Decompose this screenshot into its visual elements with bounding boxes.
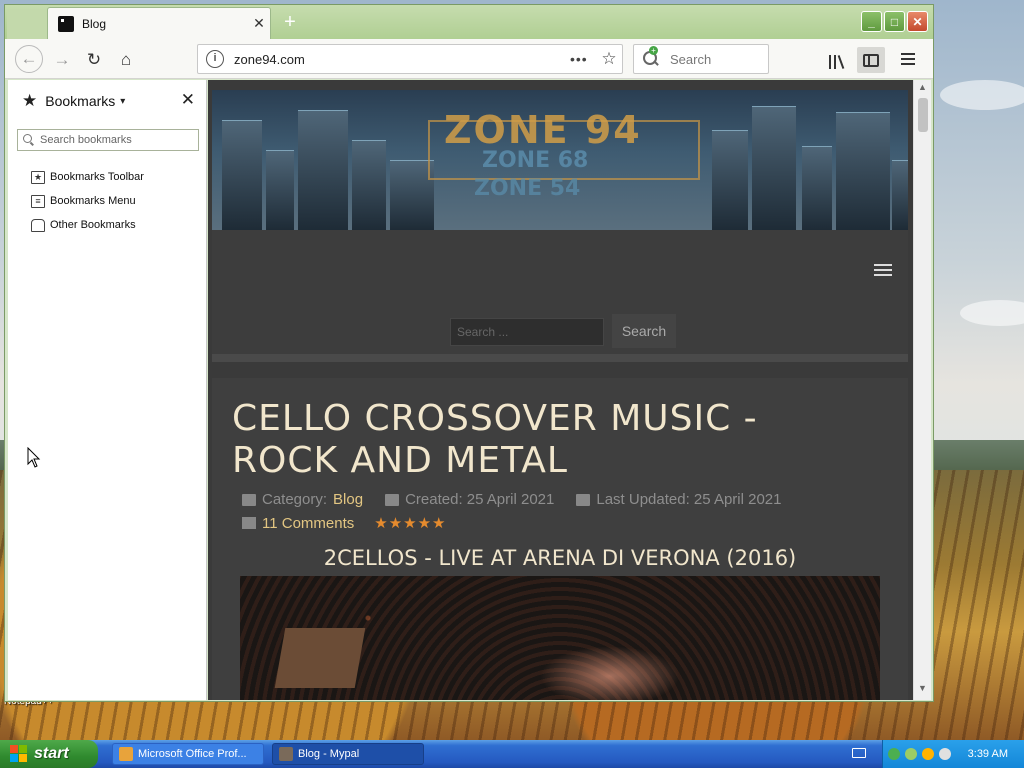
keyboard-layout-icon[interactable] bbox=[852, 748, 866, 758]
site-info-icon[interactable]: i bbox=[206, 50, 224, 68]
search-tray-icon[interactable] bbox=[939, 748, 951, 760]
url-bar[interactable]: i zone94.com ••• ☆ bbox=[197, 44, 623, 74]
calendar-icon bbox=[576, 493, 591, 506]
mypal-browser-icon bbox=[279, 747, 293, 761]
navigation-toolbar: ← → ↻ ⌂ i zone94.com ••• ☆ + Search bbox=[5, 39, 933, 79]
title-bar[interactable]: Blog ✕ + _ □ ✕ bbox=[5, 5, 933, 39]
start-button[interactable]: start bbox=[0, 740, 98, 768]
start-label: start bbox=[34, 745, 69, 762]
chevron-down-icon[interactable]: ▾ bbox=[120, 96, 125, 107]
taskbar: start Microsoft Office Prof... Blog - My… bbox=[0, 740, 1024, 768]
wallpaper-cloud bbox=[940, 80, 1024, 110]
calendar-icon bbox=[385, 493, 400, 506]
tab-close-icon[interactable]: ✕ bbox=[248, 15, 270, 32]
bookmarks-toolbar-icon: ★ bbox=[31, 170, 45, 184]
article: CELLO CROSSOVER MUSIC - ROCK AND METAL C… bbox=[212, 378, 908, 700]
article-meta: Category: Blog Created: 25 April 2021 La… bbox=[242, 491, 782, 508]
sidebar-item-bookmarks-toolbar[interactable]: ★ Bookmarks Toolbar bbox=[31, 165, 144, 189]
rating-stars[interactable]: ★★★★★ bbox=[374, 514, 446, 532]
comments-link[interactable]: 11 Comments bbox=[262, 515, 354, 532]
sidebar-item-label: Other Bookmarks bbox=[50, 219, 136, 231]
video-frame-arena-wall bbox=[274, 628, 366, 688]
video-frame-stage-glow bbox=[540, 646, 680, 700]
sidebar-header: ★ Bookmarks ▾ ✕ bbox=[8, 90, 207, 112]
browser-search-box[interactable]: + Search bbox=[633, 44, 769, 74]
reload-button[interactable]: ↻ bbox=[81, 47, 107, 73]
scroll-down-icon[interactable]: ▼ bbox=[918, 683, 927, 693]
sidebar-item-bookmarks-menu[interactable]: ≡ Bookmarks Menu bbox=[31, 189, 144, 213]
tab-blog[interactable]: Blog ✕ bbox=[47, 7, 271, 39]
page-actions-icon[interactable]: ••• bbox=[570, 51, 596, 67]
category-label: Category: bbox=[262, 491, 328, 508]
sidebar-item-other-bookmarks[interactable]: Other Bookmarks bbox=[31, 213, 144, 237]
bookmarks-list: ★ Bookmarks Toolbar ≡ Bookmarks Menu Oth… bbox=[31, 165, 144, 237]
taskbar-item-blog[interactable]: Blog - Mypal bbox=[272, 743, 424, 765]
page-scrollbar[interactable]: ▲ ▼ bbox=[913, 80, 931, 700]
page-content: ZONE 94 ZONE 68 ZONE 54 Search ... Searc… bbox=[208, 80, 913, 700]
sidebar-item-label: Bookmarks Menu bbox=[50, 195, 136, 207]
site-logo-sub: ZONE 54 bbox=[474, 176, 581, 201]
site-header-bar: Search ... Search bbox=[212, 230, 908, 362]
search-icon bbox=[23, 134, 35, 146]
browser-window: Blog ✕ + _ □ ✕ ← → ↻ ⌂ i zone94.com ••• … bbox=[4, 4, 934, 702]
other-bookmarks-icon bbox=[31, 218, 45, 232]
category-link[interactable]: Blog bbox=[333, 491, 363, 508]
maximize-button[interactable]: □ bbox=[884, 11, 905, 32]
article-subheading: 2CELLOS - LIVE AT ARENA DI VERONA (2016) bbox=[323, 546, 797, 570]
taskbar-item-label: Microsoft Office Prof... bbox=[138, 748, 247, 760]
new-tab-button[interactable]: + bbox=[277, 11, 303, 35]
folder-icon bbox=[242, 493, 256, 506]
hamburger-menu-icon[interactable] bbox=[901, 53, 915, 65]
back-button[interactable]: ← bbox=[15, 45, 43, 73]
office-icon bbox=[119, 747, 133, 761]
created-date: Created: 25 April 2021 bbox=[405, 491, 555, 508]
search-placeholder: Search bbox=[670, 51, 712, 67]
tab-favicon-icon bbox=[58, 15, 74, 32]
bookmarks-star-icon: ★ bbox=[22, 91, 38, 110]
titlebar-spacer bbox=[7, 9, 47, 39]
bookmarks-menu-icon: ≡ bbox=[31, 194, 45, 208]
taskbar-item-label: Blog - Mypal bbox=[298, 748, 360, 760]
scroll-thumb[interactable] bbox=[918, 98, 928, 132]
close-window-button[interactable]: ✕ bbox=[907, 11, 928, 32]
updated-date: Last Updated: 25 April 2021 bbox=[596, 491, 782, 508]
clock[interactable]: 3:39 AM bbox=[968, 748, 1008, 760]
article-meta-secondary: 11 Comments ★★★★★ bbox=[242, 514, 447, 532]
minimize-button[interactable]: _ bbox=[861, 11, 882, 32]
site-banner: ZONE 94 ZONE 68 ZONE 54 bbox=[212, 90, 908, 230]
phone-icon[interactable] bbox=[905, 748, 917, 760]
taskbar-item-office[interactable]: Microsoft Office Prof... bbox=[112, 743, 264, 765]
forward-button[interactable]: → bbox=[49, 47, 75, 73]
search-engine-icon[interactable]: + bbox=[642, 46, 660, 68]
scroll-up-icon[interactable]: ▲ bbox=[918, 82, 927, 92]
sidebar-item-label: Bookmarks Toolbar bbox=[50, 171, 144, 183]
system-tray: 3:39 AM bbox=[882, 740, 1024, 768]
site-logo[interactable]: ZONE 94 bbox=[444, 108, 642, 152]
url-text[interactable]: zone94.com bbox=[234, 52, 570, 67]
bookmark-star-icon[interactable]: ☆ bbox=[596, 49, 622, 69]
article-title[interactable]: CELLO CROSSOVER MUSIC - ROCK AND METAL bbox=[232, 398, 832, 482]
bookmarks-search-input[interactable]: Search bookmarks bbox=[17, 129, 199, 151]
security-icon[interactable] bbox=[922, 748, 934, 760]
comments-icon bbox=[242, 517, 256, 529]
bookmarks-sidebar: ★ Bookmarks ▾ ✕ Search bookmarks ★ Bookm… bbox=[8, 80, 207, 700]
windows-logo-icon bbox=[10, 745, 28, 763]
site-search-button[interactable]: Search bbox=[612, 314, 676, 348]
tab-title: Blog bbox=[82, 16, 107, 31]
video-player[interactable] bbox=[240, 576, 880, 700]
library-icon[interactable] bbox=[829, 53, 847, 69]
site-search-input[interactable]: Search ... bbox=[450, 318, 604, 346]
home-button[interactable]: ⌂ bbox=[113, 47, 139, 73]
sidebar-toggle-icon[interactable] bbox=[857, 47, 885, 73]
site-menu-icon[interactable] bbox=[874, 264, 894, 278]
bookmarks-search-placeholder: Search bookmarks bbox=[40, 134, 132, 146]
network-icon[interactable] bbox=[888, 748, 900, 760]
sidebar-title[interactable]: Bookmarks bbox=[45, 93, 115, 109]
site-logo-sub: ZONE 68 bbox=[482, 148, 589, 173]
sidebar-close-icon[interactable]: ✕ bbox=[181, 90, 195, 110]
